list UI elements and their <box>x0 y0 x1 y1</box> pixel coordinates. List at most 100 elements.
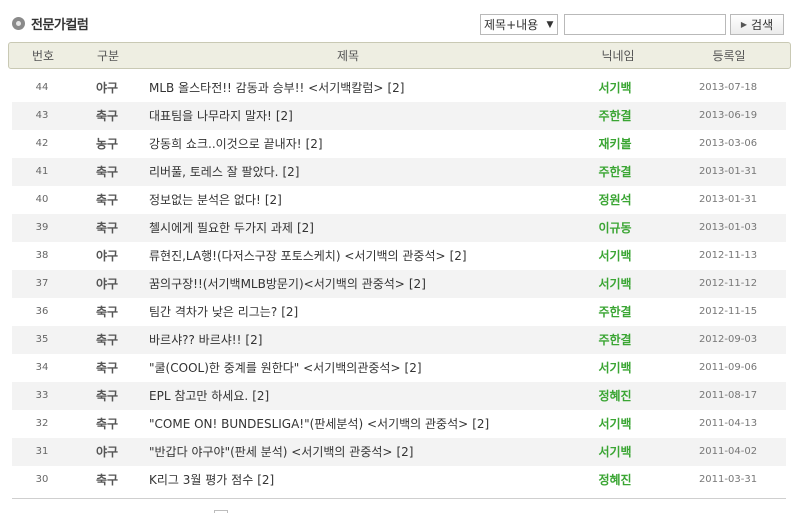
post-category: 축구 <box>95 361 119 375</box>
column-header-nickname: 닉네임 <box>601 49 635 63</box>
post-author-nickname[interactable]: 재키볼 <box>570 130 660 158</box>
search-arrow-icon: ▶ <box>740 20 748 29</box>
post-category: 축구 <box>95 221 119 235</box>
search-scope-select[interactable]: 제목+내용 ▼ <box>480 14 558 35</box>
post-subject-link[interactable]: 대표팀을 나무라지 말자! [2] <box>149 102 293 130</box>
search-button-label: 검색 <box>751 18 774 32</box>
table-row[interactable]: 32 축구 "COME ON! BUNDESLIGA!"(판세분석) <서기백의 관… <box>12 410 786 438</box>
post-category: 축구 <box>95 109 119 123</box>
post-date: 2011-04-13 <box>698 418 758 429</box>
post-category: 야구 <box>95 249 119 263</box>
post-subject-link[interactable]: MLB 올스타전!! 감동과 승부!! <서기백칼럼> [2] <box>149 74 404 102</box>
post-date: 2011-03-31 <box>698 474 758 485</box>
column-header-num: 번호 <box>31 49 55 63</box>
post-subject-link[interactable]: 류현진,LA행!(다저스구장 포토스케치) <서기백의 관중석> [2] <box>149 242 467 270</box>
table-row[interactable]: 43 축구 대표팀을 나무라지 말자! [2] 주한결 2013-06-19 <box>12 102 786 130</box>
post-author-nickname[interactable]: 정혜진 <box>570 382 660 410</box>
post-subject-link[interactable]: 정보없는 분석은 없다! [2] <box>149 186 282 214</box>
post-date: 2013-07-18 <box>698 82 758 93</box>
post-subject-text[interactable]: 리버풀, 토레스 잘 팔았다. <box>149 165 278 179</box>
post-subject-link[interactable]: EPL 참고만 하세요. [2] <box>149 382 269 410</box>
board-title-wrap: 전문가컬럼 <box>12 14 89 33</box>
column-header-category: 구분 <box>96 49 120 63</box>
post-subject-text[interactable]: 대표팀을 나무라지 말자! <box>149 109 272 123</box>
column-header-date: 등록일 <box>712 49 746 63</box>
table-row[interactable]: 44 야구 MLB 올스타전!! 감동과 승부!! <서기백칼럼> [2] 서기백 201… <box>12 74 786 102</box>
column-header-subject: 제목 <box>336 49 360 63</box>
table-row[interactable]: 40 축구 정보없는 분석은 없다! [2] 정원석 2013-01-31 <box>12 186 786 214</box>
comment-count: [2] <box>264 193 282 207</box>
post-subject-link[interactable]: K리그 3월 평가 점수 [2] <box>149 466 274 494</box>
post-subject-text[interactable]: "반갑다 야구야"(판세 분석) <서기백의 관중석> <box>149 445 392 459</box>
post-subject-text[interactable]: 첼시에게 필요한 두가지 과제 <box>149 221 293 235</box>
table-row[interactable]: 31 야구 "반갑다 야구야"(판세 분석) <서기백의 관중석> [2] 서기백 201… <box>12 438 786 466</box>
search-scope-value: 제목+내용 <box>484 18 539 32</box>
post-subject-link[interactable]: 강동희 쇼크..이것으로 끝내자! [2] <box>149 130 323 158</box>
post-subject-link[interactable]: "COME ON! BUNDESLIGA!"(판세분석) <서기백의 관중석> [… <box>149 410 489 438</box>
chevron-down-icon: ▼ <box>546 19 554 30</box>
post-number: 43 <box>35 110 49 121</box>
post-author-nickname[interactable]: 정혜진 <box>570 466 660 494</box>
post-subject-link[interactable]: 꿈의구장!!(서기백MLB방문기)<서기백의 관중석> [2] <box>149 270 426 298</box>
post-author-nickname[interactable]: 주한결 <box>570 326 660 354</box>
post-category: 축구 <box>95 389 119 403</box>
post-author-nickname[interactable]: 서기백 <box>570 74 660 102</box>
post-author-nickname[interactable]: 정원석 <box>570 186 660 214</box>
post-category: 축구 <box>95 165 119 179</box>
post-number: 33 <box>35 390 49 401</box>
table-row[interactable]: 37 야구 꿈의구장!!(서기백MLB방문기)<서기백의 관중석> [2] 서기백 201… <box>12 270 786 298</box>
post-number: 31 <box>35 446 49 457</box>
post-date: 2011-04-02 <box>698 446 758 457</box>
post-author-nickname[interactable]: 주한결 <box>570 298 660 326</box>
post-subject-text[interactable]: 류현진,LA행!(다저스구장 포토스케치) <서기백의 관중석> <box>149 249 446 263</box>
post-subject-text[interactable]: 팀간 격차가 낮은 리그는? <box>149 305 277 319</box>
table-row[interactable]: 33 축구 EPL 참고만 하세요. [2] 정혜진 2011-08-17 <box>12 382 786 410</box>
post-date: 2012-11-12 <box>698 278 758 289</box>
post-subject-text[interactable]: "COME ON! BUNDESLIGA!"(판세분석) <서기백의 관중석> <box>149 417 468 431</box>
post-category: 축구 <box>95 417 119 431</box>
comment-count: [2] <box>387 81 405 95</box>
post-subject-link[interactable]: "반갑다 야구야"(판세 분석) <서기백의 관중석> [2] <box>149 438 413 466</box>
post-subject-link[interactable]: 바르샤?? 바르샤!! [2] <box>149 326 262 354</box>
post-subject-text[interactable]: EPL 참고만 하세요. <box>149 389 248 403</box>
post-date: 2013-01-31 <box>698 166 758 177</box>
post-number: 35 <box>35 334 49 345</box>
post-author-nickname[interactable]: 서기백 <box>570 410 660 438</box>
post-subject-text[interactable]: MLB 올스타전!! 감동과 승부!! <서기백칼럼> <box>149 81 383 95</box>
post-author-nickname[interactable]: 주한결 <box>570 158 660 186</box>
post-author-nickname[interactable]: 서기백 <box>570 270 660 298</box>
post-category: 야구 <box>95 81 119 95</box>
table-row[interactable]: 41 축구 리버풀, 토레스 잘 팔았다. [2] 주한결 2013-01-31 <box>12 158 786 186</box>
post-date: 2012-11-13 <box>698 250 758 261</box>
post-subject-text[interactable]: 바르샤?? 바르샤!! <box>149 333 241 347</box>
post-author-nickname[interactable]: 서기백 <box>570 242 660 270</box>
table-row[interactable]: 39 축구 첼시에게 필요한 두가지 과제 [2] 이규동 2013-01-03 <box>12 214 786 242</box>
post-author-nickname[interactable]: 서기백 <box>570 354 660 382</box>
board-toolbar: 전문가컬럼 제목+내용 ▼ ▶ 검색 <box>0 0 800 40</box>
table-row[interactable]: 38 야구 류현진,LA행!(다저스구장 포토스케치) <서기백의 관중석> [2] 서… <box>12 242 786 270</box>
post-subject-text[interactable]: K리그 3월 평가 점수 <box>149 473 253 487</box>
post-category: 축구 <box>95 333 119 347</box>
search-input[interactable] <box>564 14 726 35</box>
post-author-nickname[interactable]: 주한결 <box>570 102 660 130</box>
post-subject-text[interactable]: "쿨(COOL)한 중계를 원한다" <서기백의관중석> <box>149 361 401 375</box>
post-subject-link[interactable]: 리버풀, 토레스 잘 팔았다. [2] <box>149 158 299 186</box>
post-subject-text[interactable]: 정보없는 분석은 없다! <box>149 193 261 207</box>
comment-count: [2] <box>408 277 426 291</box>
post-subject-link[interactable]: 팀간 격차가 낮은 리그는? [2] <box>149 298 298 326</box>
post-subject-link[interactable]: "쿨(COOL)한 중계를 원한다" <서기백의관중석> [2] <box>149 354 422 382</box>
table-row[interactable]: 36 축구 팀간 격차가 낮은 리그는? [2] 주한결 2012-11-15 <box>12 298 786 326</box>
post-subject-text[interactable]: 강동희 쇼크..이것으로 끝내자! <box>149 137 302 151</box>
comment-count: [2] <box>296 221 314 235</box>
search-button[interactable]: ▶ 검색 <box>730 14 784 35</box>
table-row[interactable]: 42 농구 강동희 쇼크..이것으로 끝내자! [2] 재키볼 2013-03-06 <box>12 130 786 158</box>
post-number: 38 <box>35 250 49 261</box>
table-row[interactable]: 34 축구 "쿨(COOL)한 중계를 원한다" <서기백의관중석> [2] 서기백 20… <box>12 354 786 382</box>
post-subject-text[interactable]: 꿈의구장!!(서기백MLB방문기)<서기백의 관중석> <box>149 277 405 291</box>
post-author-nickname[interactable]: 이규동 <box>570 214 660 242</box>
comment-count: [2] <box>472 417 490 431</box>
table-row[interactable]: 35 축구 바르샤?? 바르샤!! [2] 주한결 2012-09-03 <box>12 326 786 354</box>
post-author-nickname[interactable]: 서기백 <box>570 438 660 466</box>
post-subject-link[interactable]: 첼시에게 필요한 두가지 과제 [2] <box>149 214 314 242</box>
table-row[interactable]: 30 축구 K리그 3월 평가 점수 [2] 정혜진 2011-03-31 <box>12 466 786 494</box>
